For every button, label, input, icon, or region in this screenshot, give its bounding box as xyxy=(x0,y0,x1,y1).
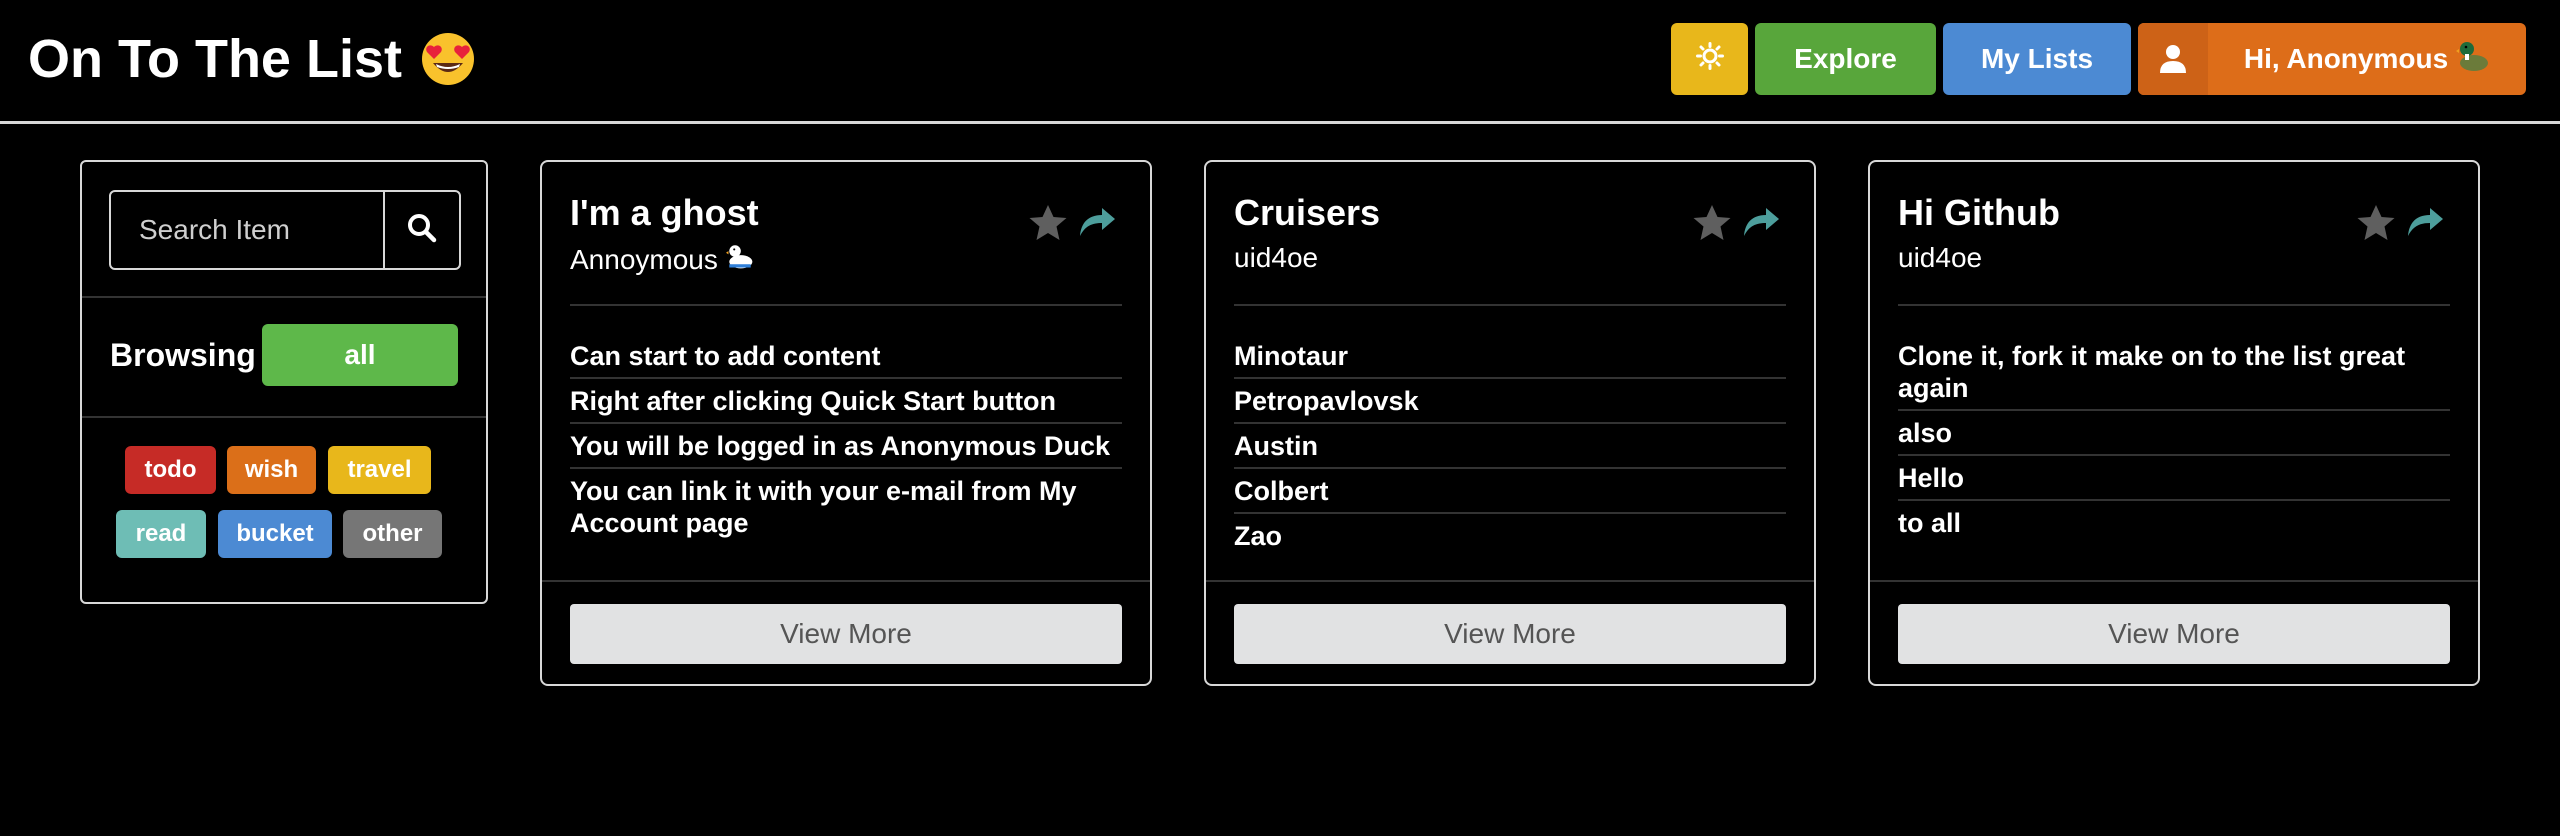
list-item: Austin xyxy=(1234,424,1786,469)
divider xyxy=(1898,304,2450,306)
star-icon[interactable] xyxy=(1028,204,1068,247)
list-item: You will be logged in as Anonymous Duck xyxy=(570,424,1122,469)
list-item: Zao xyxy=(1234,521,1283,551)
card-actions xyxy=(2356,204,2444,247)
list-item: Right after clicking Quick Start button xyxy=(570,379,1122,424)
star-icon[interactable] xyxy=(1692,204,1732,247)
card-title[interactable]: I'm a ghost xyxy=(570,192,759,234)
list-card: I'm a ghost Annoymous Can start to add c… xyxy=(540,160,1152,686)
card-item-list: Minotaur Petropavlovsk Austin Colbert Zao xyxy=(1234,334,1786,557)
divider xyxy=(1206,580,1814,582)
list-item: You can link it with your e-mail from My… xyxy=(570,476,1077,538)
list-item: Can start to add content xyxy=(570,334,1122,379)
heart-eyes-emoji-icon xyxy=(420,31,476,87)
browsing-row: Browsing all xyxy=(110,324,458,386)
sun-icon xyxy=(1695,41,1724,77)
card-author: uid4oe xyxy=(1898,242,1982,274)
card-author-name: uid4oe xyxy=(1898,242,1983,273)
list-card: Hi Github uid4oe Clone it, fork it make … xyxy=(1868,160,2480,686)
tag-other[interactable]: other xyxy=(343,510,442,558)
divider xyxy=(82,416,486,418)
divider xyxy=(82,296,486,298)
card-author: Annoymous xyxy=(570,242,754,277)
theme-toggle-button[interactable] xyxy=(1671,23,1748,95)
card-item-list: Can start to add content Right after clic… xyxy=(570,334,1122,544)
user-greeting-text: Hi, Anonymous xyxy=(2243,43,2449,74)
user-menu-button[interactable]: Hi, Anonymous xyxy=(2138,23,2526,95)
list-item: Colbert xyxy=(1234,469,1786,514)
list-item: Minotaur xyxy=(1234,334,1786,379)
list-item: Petropavlovsk xyxy=(1234,379,1786,424)
card-actions xyxy=(1028,204,1116,247)
card-actions xyxy=(1692,204,1780,247)
card-author-name: uid4oe xyxy=(1234,242,1319,273)
list-item: also xyxy=(1898,411,2450,456)
share-icon[interactable] xyxy=(1742,206,1780,245)
list-item: Hello xyxy=(1898,456,2450,501)
list-item: Clone it, fork it make on to the list gr… xyxy=(1898,334,2450,411)
filter-sidebar: Browsing all todo wish travel read bucke… xyxy=(80,160,488,604)
search-box xyxy=(109,190,461,270)
explore-button[interactable]: Explore xyxy=(1755,23,1936,95)
list-item: to all xyxy=(1898,508,1962,538)
view-more-button[interactable]: View More xyxy=(570,604,1122,664)
card-title[interactable]: Cruisers xyxy=(1234,192,1380,234)
divider xyxy=(570,304,1122,306)
brand-title[interactable]: On To The List xyxy=(28,24,402,94)
brand-logo[interactable]: On To The List xyxy=(28,24,476,94)
card-author-name: Annoymous xyxy=(570,243,718,275)
search-button[interactable] xyxy=(383,192,459,268)
tag-wish[interactable]: wish xyxy=(227,446,316,494)
duck-emoji-icon xyxy=(725,242,754,277)
card-author: uid4oe xyxy=(1234,242,1318,274)
view-more-button[interactable]: View More xyxy=(1234,604,1786,664)
share-icon[interactable] xyxy=(2406,206,2444,245)
divider xyxy=(542,580,1150,582)
tag-read[interactable]: read xyxy=(116,510,206,558)
tag-bucket[interactable]: bucket xyxy=(218,510,332,558)
tag-travel[interactable]: travel xyxy=(328,446,431,494)
search-input[interactable] xyxy=(111,192,383,268)
browsing-label: Browsing xyxy=(110,336,256,373)
list-card: Cruisers uid4oe Minotaur Petropavlovsk Aus… xyxy=(1204,160,1816,686)
user-icon xyxy=(2138,23,2208,95)
user-greeting: Hi, Anonymous xyxy=(2208,39,2526,80)
card-title[interactable]: Hi Github xyxy=(1898,192,2060,234)
divider xyxy=(1234,304,1786,306)
view-more-button[interactable]: View More xyxy=(1898,604,2450,664)
my-lists-button[interactable]: My Lists xyxy=(1943,23,2131,95)
header-nav: Explore My Lists Hi, Anonymous xyxy=(1671,23,2526,95)
filter-all-button[interactable]: all xyxy=(262,324,458,386)
divider xyxy=(1870,580,2478,582)
card-item-list: Clone it, fork it make on to the list gr… xyxy=(1898,334,2450,544)
duck-emoji-icon xyxy=(2456,39,2490,80)
share-icon[interactable] xyxy=(1078,206,1116,245)
search-icon xyxy=(407,213,437,248)
star-icon[interactable] xyxy=(2356,204,2396,247)
tag-todo[interactable]: todo xyxy=(125,446,216,494)
top-navbar: On To The List Explore My Lists Hi, Anon… xyxy=(0,0,2560,124)
